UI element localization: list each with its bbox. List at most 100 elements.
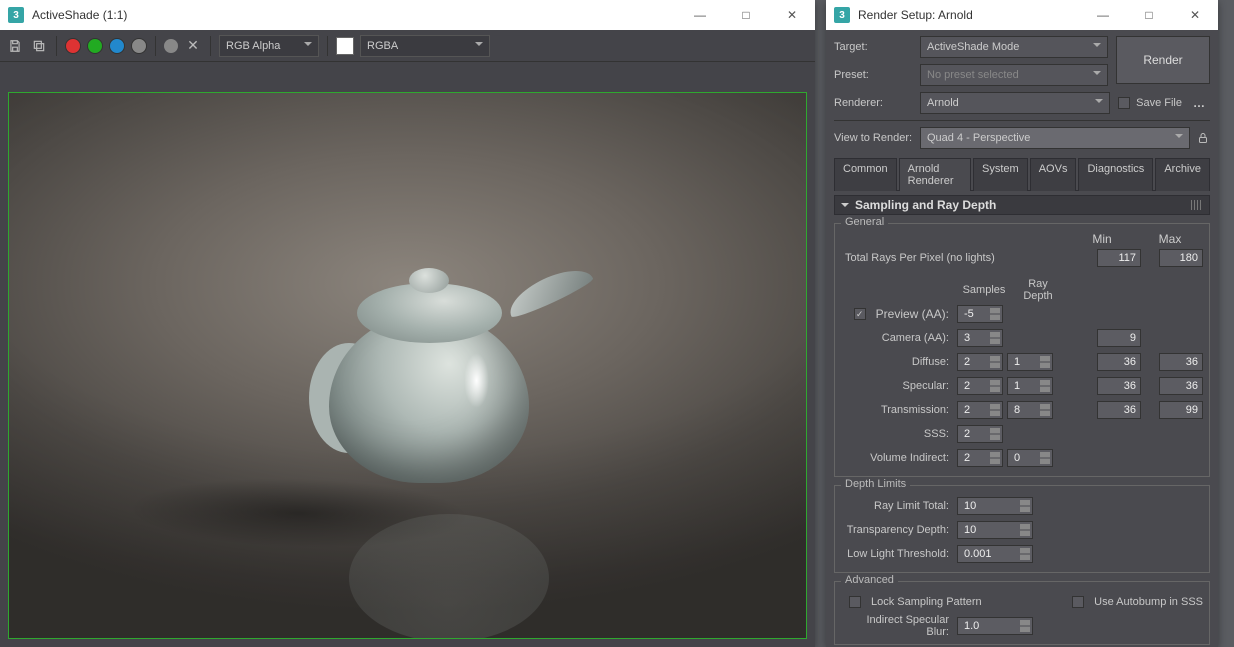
camera-samples-spinner[interactable]: 3 [957,329,1003,347]
minimize-button[interactable]: — [1080,0,1126,30]
channel-dropdown[interactable]: RGB Alpha [219,35,319,57]
render-button[interactable]: Render [1116,36,1210,84]
renderer-label: Renderer: [834,97,920,109]
diffuse-depth-spinner[interactable]: 1 [1007,353,1053,371]
lock-icon[interactable] [1196,131,1210,145]
diffuse-label: Diffuse: [841,356,953,368]
mono-button[interactable] [164,39,178,53]
general-group: General MinMax Total Rays Per Pixel (no … [834,223,1210,477]
transparency-depth-label: Transparency Depth: [841,524,953,536]
camera-max: 9 [1097,329,1141,347]
color-swatch[interactable] [336,37,354,55]
tab-arnold-renderer[interactable]: Arnold Renderer [899,158,971,191]
preset-dropdown[interactable]: No preset selected [920,64,1108,86]
sss-samples-spinner[interactable]: 2 [957,425,1003,443]
format-dropdown[interactable]: RGBA [360,35,490,57]
target-dropdown[interactable]: ActiveShade Mode [920,36,1108,58]
diffuse-samples-spinner[interactable]: 2 [957,353,1003,371]
raydepth-header: Ray Depth [1015,278,1061,302]
lock-sampling-label: Lock Sampling Pattern [871,596,982,608]
transmission-depth-spinner[interactable]: 8 [1007,401,1053,419]
channel-blue-button[interactable] [109,38,125,54]
tab-system[interactable]: System [973,158,1028,191]
close-button[interactable]: ✕ [769,0,815,30]
depth-limits-group: Depth Limits Ray Limit Total: 10 Transpa… [834,485,1210,573]
view-label: View to Render: [834,132,920,144]
low-light-threshold-spinner[interactable]: 0.001 [957,545,1033,563]
preview-checkbox[interactable] [854,308,866,320]
camera-label: Camera (AA): [841,332,953,344]
advanced-label: Advanced [841,574,898,586]
render-viewport[interactable] [8,92,807,639]
app-icon: 3 [834,7,850,23]
min-header: Min [1073,232,1131,246]
preset-label: Preset: [834,69,920,81]
copy-icon[interactable] [30,37,48,55]
specular-max: 36 [1159,377,1203,395]
autobump-label: Use Autobump in SSS [1094,596,1203,608]
more-button[interactable]: … [1188,92,1210,114]
volume-indirect-depth-spinner[interactable]: 0 [1007,449,1053,467]
indirect-specular-blur-label: Indirect Specular Blur: [841,614,953,638]
rollup-sampling[interactable]: Sampling and Ray Depth [834,195,1210,215]
lock-sampling-checkbox[interactable] [849,596,861,608]
advanced-group: Advanced Lock Sampling Pattern Use Autob… [834,581,1210,645]
diffuse-max: 36 [1159,353,1203,371]
activeshade-toolbar: ✕ RGB Alpha RGBA [0,30,815,62]
tab-common[interactable]: Common [834,158,897,191]
renderer-dropdown[interactable]: Arnold [920,92,1110,114]
transmission-label: Transmission: [841,404,953,416]
activeshade-window: 3 ActiveShade (1:1) — □ ✕ ✕ RGB Alpha RG… [0,0,815,647]
save-icon[interactable] [6,37,24,55]
specular-min: 36 [1097,377,1141,395]
target-label: Target: [834,41,920,53]
specular-depth-spinner[interactable]: 1 [1007,377,1053,395]
tab-diagnostics[interactable]: Diagnostics [1078,158,1153,191]
maximize-button[interactable]: □ [723,0,769,30]
window-title: ActiveShade (1:1) [32,8,677,22]
specular-label: Specular: [841,380,953,392]
minimize-button[interactable]: — [677,0,723,30]
preview-spinner[interactable]: -5 [957,305,1003,323]
channel-red-button[interactable] [65,38,81,54]
teapot [289,233,569,513]
channel-green-button[interactable] [87,38,103,54]
save-file-checkbox[interactable] [1118,97,1130,109]
general-label: General [841,216,888,228]
transparency-depth-spinner[interactable]: 10 [957,521,1033,539]
teapot-reflection [309,514,529,639]
depth-limits-label: Depth Limits [841,478,910,490]
total-max: 180 [1159,249,1203,267]
sss-label: SSS: [841,428,953,440]
maximize-button[interactable]: □ [1126,0,1172,30]
max-header: Max [1141,232,1199,246]
volume-indirect-label: Volume Indirect: [841,452,953,464]
autobump-checkbox[interactable] [1072,596,1084,608]
view-dropdown[interactable]: Quad 4 - Perspective [920,127,1190,149]
indirect-specular-blur-spinner[interactable]: 1.0 [957,617,1033,635]
rendersetup-titlebar[interactable]: 3 Render Setup: Arnold — □ ✕ [826,0,1218,30]
transmission-min: 36 [1097,401,1141,419]
app-icon: 3 [8,7,24,23]
tabs: Common Arnold Renderer System AOVs Diagn… [834,157,1210,191]
activeshade-titlebar[interactable]: 3 ActiveShade (1:1) — □ ✕ [0,0,815,30]
total-rays-label: Total Rays Per Pixel (no lights) [841,252,1079,264]
transmission-samples-spinner[interactable]: 2 [957,401,1003,419]
tab-archive[interactable]: Archive [1155,158,1210,191]
diffuse-min: 36 [1097,353,1141,371]
specular-samples-spinner[interactable]: 2 [957,377,1003,395]
ray-limit-total-spinner[interactable]: 10 [957,497,1033,515]
channel-alpha-button[interactable] [131,38,147,54]
save-file-label: Save File [1136,97,1182,109]
low-light-threshold-label: Low Light Threshold: [841,548,953,560]
ray-limit-total-label: Ray Limit Total: [841,500,953,512]
drag-grip-icon[interactable] [1191,200,1203,210]
preview-label: Preview (AA): [876,307,949,321]
volume-indirect-samples-spinner[interactable]: 2 [957,449,1003,467]
tab-aovs[interactable]: AOVs [1030,158,1077,191]
close-button[interactable]: ✕ [1172,0,1218,30]
clear-icon[interactable]: ✕ [184,37,202,55]
total-min: 117 [1097,249,1141,267]
transmission-max: 99 [1159,401,1203,419]
render-setup-window: 3 Render Setup: Arnold — □ ✕ Target: Act… [826,0,1218,647]
